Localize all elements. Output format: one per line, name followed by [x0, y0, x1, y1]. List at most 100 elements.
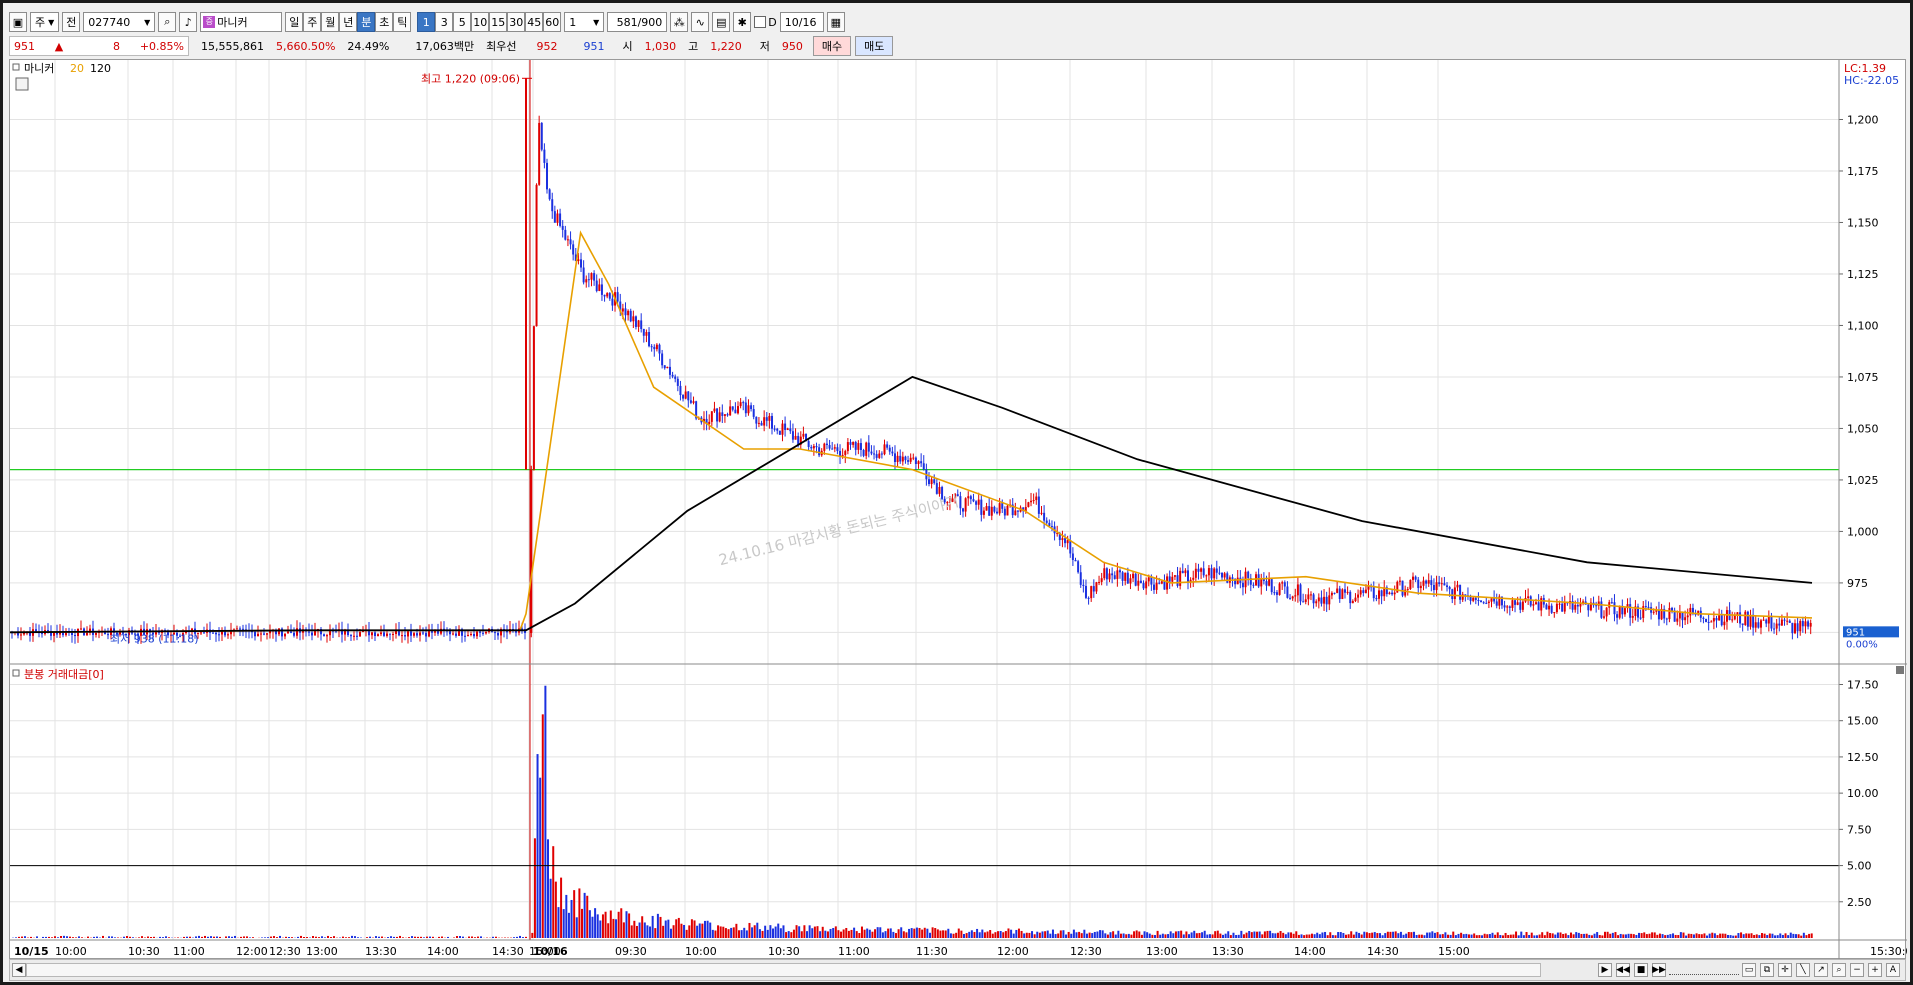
save-icon[interactable]: ▤ — [712, 12, 731, 32]
candle-body-282 — [818, 447, 821, 456]
period-button-6[interactable]: 틱 — [393, 12, 412, 32]
interval-button-3[interactable]: 3 — [435, 12, 454, 32]
buy-button[interactable]: 매수 — [812, 36, 852, 56]
period-button-0[interactable]: 일 — [285, 12, 304, 32]
window-icon[interactable]: ▣ — [9, 12, 27, 32]
volume-bar-585 — [1611, 932, 1614, 938]
market-type-select[interactable]: 주 ▼ — [30, 12, 60, 32]
volume-bar-354 — [1007, 928, 1010, 938]
candle-body-258 — [755, 416, 758, 424]
zoom-out-icon[interactable]: − — [1850, 963, 1864, 977]
count-field[interactable]: 581/900 — [607, 12, 668, 32]
d-checkbox[interactable]: D — [754, 16, 777, 29]
candle-body-495 — [1375, 598, 1378, 600]
volume-bar-449 — [1256, 931, 1259, 938]
volume-bar-40 — [132, 937, 134, 938]
volume-bar-541 — [1496, 932, 1499, 938]
period-button-5[interactable]: 초 — [375, 12, 394, 32]
auto-scale-icon[interactable]: A — [1886, 963, 1900, 977]
calculator-icon[interactable] — [15, 77, 29, 91]
high-price: 1,220 — [710, 39, 742, 53]
volume-bar-620 — [1703, 933, 1706, 938]
candle-body-242 — [713, 408, 716, 412]
horizontal-scrollbar[interactable]: ◀ ▶ ◀◀ ■ ▶▶ ▭ ⧉ ✛ ╲ ↗ ⌕ − + A — [9, 959, 1906, 981]
candle-body-586 — [1613, 602, 1616, 615]
speed-slider[interactable] — [1669, 966, 1739, 975]
scroll-thumb[interactable] — [26, 963, 1541, 977]
volume-bar-307 — [884, 931, 887, 938]
legend-toggle-icon[interactable] — [12, 63, 20, 71]
market-type-label: 주 — [35, 16, 46, 29]
fast-forward-icon[interactable]: ▶▶ — [1652, 963, 1666, 977]
candle-body-472 — [1315, 601, 1318, 604]
candle-body-456 — [1273, 592, 1276, 594]
low-annotation: 최저 938 (11:18) — [110, 633, 199, 646]
period-button-1[interactable]: 주 — [303, 12, 322, 32]
rewind-icon[interactable]: ◀◀ — [1616, 963, 1630, 977]
search-icon[interactable]: ⌕ — [158, 12, 177, 32]
volume-bar-275 — [800, 931, 803, 938]
interval-button-5[interactable]: 5 — [453, 12, 472, 32]
candle-body-384 — [1084, 585, 1087, 598]
volume-bar-391 — [1104, 933, 1107, 938]
candle-body-267 — [778, 430, 781, 435]
candle-body-624 — [1712, 618, 1715, 622]
panel-maximize-icon[interactable] — [1896, 666, 1904, 674]
volume-bar-547 — [1512, 934, 1515, 938]
volume-bar-39 — [129, 936, 131, 938]
volume-bar-491 — [1365, 932, 1368, 938]
stop-icon[interactable]: ■ — [1634, 963, 1648, 977]
stock-name-field[interactable]: 증 마니커 — [200, 12, 283, 32]
volume-bar-569 — [1569, 932, 1572, 938]
interval-button-1[interactable]: 1 — [417, 12, 436, 32]
volume-bar-477 — [1329, 932, 1332, 938]
candle-body-203 — [611, 298, 614, 306]
candle-body-3 — [20, 634, 22, 636]
trend-icon[interactable]: ∿ — [691, 12, 710, 32]
volume-bar-494 — [1373, 932, 1376, 938]
interval-button-30[interactable]: 30 — [507, 12, 526, 32]
ray-tool-icon[interactable]: ↗ — [1814, 963, 1828, 977]
price-tick-7: 1,025 — [1847, 474, 1879, 487]
period-button-3[interactable]: 년 — [339, 12, 358, 32]
volume-panel-toggle-icon[interactable] — [12, 669, 20, 677]
calendar-icon[interactable]: ▦ — [826, 12, 845, 32]
scroll-left-icon[interactable]: ◀ — [12, 963, 26, 977]
zoom-icon[interactable]: ⌕ — [1832, 963, 1846, 977]
interval-button-45[interactable]: 45 — [525, 12, 544, 32]
speaker-icon[interactable]: ♪ — [179, 12, 198, 32]
interval-button-15[interactable]: 15 — [489, 12, 508, 32]
zoom-in-icon[interactable]: + — [1868, 963, 1882, 977]
gear-icon[interactable]: ✱ — [733, 12, 752, 32]
chart-svg[interactable]: 1,200 1,175 1,150 1,125 1,100 1,075 1,050 1,025… — [10, 60, 1907, 960]
stock-code-input[interactable]: 027740 ▼ — [83, 12, 156, 32]
time-tick-24: 15:30:00 — [1870, 945, 1907, 958]
volume-bar-412 — [1159, 934, 1162, 938]
volume-bar-642 — [1760, 933, 1763, 938]
period-button-2[interactable]: 월 — [321, 12, 340, 32]
candle-body-640 — [1754, 622, 1757, 628]
volume-bar-185 — [565, 894, 568, 938]
candle-body-77 — [242, 628, 244, 630]
volume-bar-69 — [219, 936, 221, 938]
volume-bar-58 — [186, 936, 188, 938]
prev-button[interactable]: 전 — [62, 12, 81, 32]
volume-bar-455 — [1271, 933, 1274, 938]
scroll-right-icon[interactable]: ▶ — [1598, 963, 1612, 977]
volume-bar-367 — [1041, 931, 1044, 938]
interval-button-60[interactable]: 60 — [543, 12, 562, 32]
line-tool-icon[interactable]: ╲ — [1796, 963, 1810, 977]
candle-body-93 — [290, 631, 292, 633]
multiplier-select[interactable]: 1 ▼ — [564, 12, 605, 32]
chart-area[interactable]: 1,200 1,175 1,150 1,125 1,100 1,075 1,050 1,025… — [9, 59, 1907, 960]
interval-button-10[interactable]: 10 — [471, 12, 490, 32]
layout-icon[interactable]: ▭ — [1742, 963, 1756, 977]
indicator-icon[interactable]: ⁂ — [670, 12, 689, 32]
date-field[interactable]: 10/16 — [779, 12, 824, 32]
window-tile-icon[interactable]: ⧉ — [1760, 963, 1774, 977]
period-button-4[interactable]: 분 — [357, 12, 376, 32]
crosshair-icon[interactable]: ✛ — [1778, 963, 1792, 977]
multiplier-value: 1 — [569, 15, 577, 29]
sell-button[interactable]: 매도 — [855, 36, 894, 56]
volume-bar-441 — [1235, 935, 1238, 938]
